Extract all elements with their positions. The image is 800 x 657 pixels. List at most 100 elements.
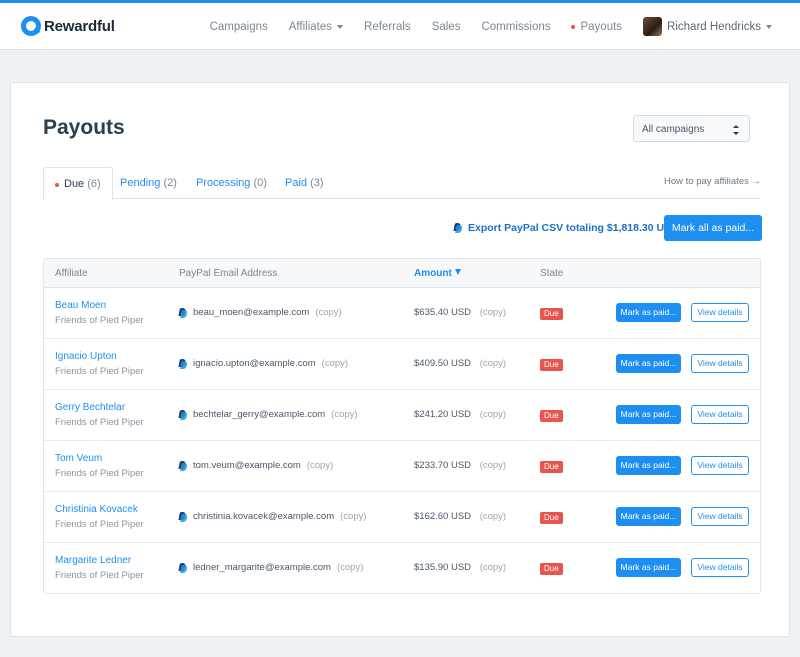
mark-as-paid-button[interactable]: Mark as paid... xyxy=(616,354,681,373)
affiliate-name[interactable]: Gerry Bechtelar xyxy=(55,402,125,413)
view-details-button[interactable]: View details xyxy=(691,303,749,322)
tab-processing[interactable]: Processing (0) xyxy=(196,167,267,199)
mark-as-paid-button[interactable]: Mark as paid... xyxy=(616,303,681,322)
copy-amount-link[interactable]: (copy) xyxy=(480,460,506,471)
tab-pending[interactable]: Pending (2) xyxy=(120,167,177,199)
copy-email-link[interactable]: (copy) xyxy=(337,562,363,573)
paypal-icon xyxy=(178,461,188,471)
paypal-email: bechtelar_gerry@example.com xyxy=(193,409,326,420)
copy-amount-link[interactable]: (copy) xyxy=(480,307,506,318)
affiliate-name[interactable]: Tom Veum xyxy=(55,453,102,464)
table-row: Ignacio Upton Friends of Pied Piper igna… xyxy=(44,339,760,390)
paypal-icon xyxy=(178,359,188,369)
affiliate-campaign: Friends of Pied Piper xyxy=(55,366,144,377)
top-navbar: Rewardful Campaigns Affiliates Referrals… xyxy=(0,3,800,50)
campaign-select[interactable]: All campaigns xyxy=(633,115,750,142)
amount-cell: $409.50 USD (copy) xyxy=(414,358,506,369)
table-row: Gerry Bechtelar Friends of Pied Piper be… xyxy=(44,390,760,441)
tab-due-label: Due xyxy=(64,178,85,190)
mark-as-paid-button[interactable]: Mark as paid... xyxy=(616,558,681,577)
chevron-down-icon xyxy=(337,24,344,29)
status-badge: Due xyxy=(540,359,563,371)
col-amount-label: Amount xyxy=(414,268,452,279)
tab-due[interactable]: Due (6) xyxy=(43,167,113,200)
nav-commissions[interactable]: Commissions xyxy=(481,21,550,33)
affiliate-name[interactable]: Beau Moen xyxy=(55,300,106,311)
nav-affiliates[interactable]: Affiliates xyxy=(289,21,344,33)
affiliate-name[interactable]: Christinia Kovacek xyxy=(55,504,138,515)
nav-payouts-label: Payouts xyxy=(580,20,623,33)
view-details-button[interactable]: View details xyxy=(691,507,749,526)
amount-value: $241.20 USD xyxy=(414,409,472,420)
table-row: Beau Moen Friends of Pied Piper beau_moe… xyxy=(44,288,760,339)
email-cell: bechtelar_gerry@example.com (copy) xyxy=(179,409,358,420)
status-badge: Due xyxy=(540,308,563,320)
campaign-select-value: All campaigns xyxy=(642,124,705,135)
mark-as-paid-button[interactable]: Mark as paid... xyxy=(616,456,681,475)
copy-amount-link[interactable]: (copy) xyxy=(480,511,506,522)
copy-amount-link[interactable]: (copy) xyxy=(480,562,506,573)
status-badge: Due xyxy=(540,563,563,575)
paypal-icon xyxy=(453,223,463,233)
how-to-pay-link[interactable]: How to pay affiliates → xyxy=(664,176,761,187)
nav-campaigns[interactable]: Campaigns xyxy=(210,21,268,33)
user-menu[interactable]: Richard Hendricks xyxy=(643,17,772,36)
view-details-button[interactable]: View details xyxy=(691,354,749,373)
export-paypal-csv-link[interactable]: Export PayPal CSV totaling $1,818.30 USD xyxy=(454,222,679,234)
tab-pending-label: Pending xyxy=(120,177,161,189)
tab-paid[interactable]: Paid (3) xyxy=(285,167,324,199)
email-cell: ignacio.upton@example.com (copy) xyxy=(179,358,348,369)
table-row: Margarite Ledner Friends of Pied Piper l… xyxy=(44,543,760,594)
mark-all-paid-button[interactable]: Mark all as paid... xyxy=(664,215,762,241)
amount-cell: $635.40 USD (copy) xyxy=(414,307,506,318)
mark-as-paid-button[interactable]: Mark as paid... xyxy=(616,507,681,526)
paypal-icon xyxy=(178,410,188,420)
amount-value: $162.60 USD xyxy=(414,511,472,522)
copy-email-link[interactable]: (copy) xyxy=(322,358,348,369)
view-details-button[interactable]: View details xyxy=(691,456,749,475)
nav-referrals[interactable]: Referrals xyxy=(364,21,411,33)
col-affiliate: Affiliate xyxy=(55,268,88,279)
paypal-icon xyxy=(178,512,188,522)
table-row: Tom Veum Friends of Pied Piper tom.veum@… xyxy=(44,441,760,492)
email-cell: ledner_margarite@example.com (copy) xyxy=(179,562,363,573)
copy-email-link[interactable]: (copy) xyxy=(340,511,366,522)
tab-due-count: (6) xyxy=(87,178,101,190)
col-amount[interactable]: Amount xyxy=(414,268,461,279)
rewardful-logo-icon xyxy=(21,16,41,36)
chevron-down-icon xyxy=(766,24,772,29)
payouts-card: Payouts All campaigns Due (6) Pending (2… xyxy=(10,82,790,637)
affiliate-name[interactable]: Ignacio Upton xyxy=(55,351,117,362)
tab-paid-label: Paid xyxy=(285,177,308,189)
select-arrows-icon xyxy=(733,125,739,135)
mark-as-paid-button[interactable]: Mark as paid... xyxy=(616,405,681,424)
view-details-button[interactable]: View details xyxy=(691,558,749,577)
email-cell: tom.veum@example.com (copy) xyxy=(179,460,333,471)
view-details-button[interactable]: View details xyxy=(691,405,749,424)
amount-value: $233.70 USD xyxy=(414,460,472,471)
brand[interactable]: Rewardful xyxy=(21,16,115,36)
paypal-email: beau_moen@example.com xyxy=(193,307,310,318)
copy-email-link[interactable]: (copy) xyxy=(331,409,357,420)
copy-email-link[interactable]: (copy) xyxy=(307,460,333,471)
sort-desc-icon xyxy=(454,269,461,275)
affiliate-campaign: Friends of Pied Piper xyxy=(55,519,144,530)
affiliate-name[interactable]: Margarite Ledner xyxy=(55,555,131,566)
table-body: Beau Moen Friends of Pied Piper beau_moe… xyxy=(44,288,760,594)
amount-cell: $233.70 USD (copy) xyxy=(414,460,506,471)
email-cell: christinia.kovacek@example.com (copy) xyxy=(179,511,367,522)
nav-payouts[interactable]: Payouts xyxy=(571,21,622,33)
paypal-email: tom.veum@example.com xyxy=(193,460,301,471)
paypal-email: ignacio.upton@example.com xyxy=(193,358,316,369)
nav-links: Campaigns Affiliates Referrals Sales Com… xyxy=(189,3,772,50)
copy-amount-link[interactable]: (copy) xyxy=(480,358,506,369)
status-badge: Due xyxy=(540,512,563,524)
email-cell: beau_moen@example.com (copy) xyxy=(179,307,342,318)
copy-email-link[interactable]: (copy) xyxy=(315,307,341,318)
notification-dot-icon xyxy=(55,183,59,187)
amount-value: $409.50 USD xyxy=(414,358,472,369)
notification-dot-icon xyxy=(571,24,576,29)
tab-paid-count: (3) xyxy=(310,177,324,189)
nav-sales[interactable]: Sales xyxy=(432,21,461,33)
copy-amount-link[interactable]: (copy) xyxy=(480,409,506,420)
